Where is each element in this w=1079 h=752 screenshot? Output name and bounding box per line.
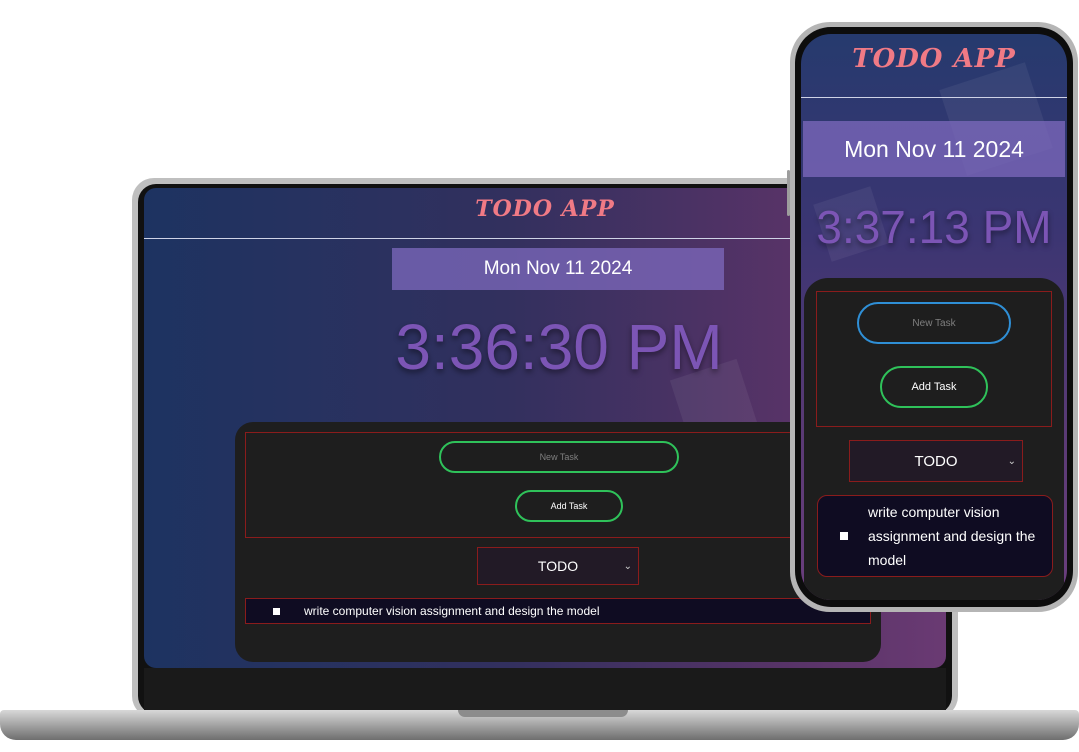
- chevron-down-icon: ⌄: [623, 560, 632, 572]
- laptop-keyboard-deck: [144, 668, 946, 710]
- phone-screen: TODO APP Mon Nov 11 2024 3:37:13 PM Add …: [801, 34, 1067, 600]
- status-filter-select[interactable]: TODO ⌄: [849, 440, 1023, 482]
- add-task-button[interactable]: Add Task: [515, 490, 623, 522]
- app-title: TODO APP: [852, 44, 1016, 74]
- new-task-input[interactable]: [857, 302, 1011, 344]
- status-filter-select[interactable]: TODO ⌄: [477, 547, 639, 585]
- task-checkbox[interactable]: [840, 532, 848, 540]
- chevron-down-icon: ⌄: [1007, 455, 1016, 467]
- filter-selected-value: TODO: [914, 452, 958, 470]
- new-task-input[interactable]: [439, 441, 679, 473]
- task-text: write computer vision assignment and des…: [304, 604, 600, 618]
- task-item: write computer vision assignment and des…: [817, 495, 1053, 577]
- todo-card: Add Task TODO ⌄ write computer vision as…: [235, 422, 881, 662]
- date-display: Mon Nov 11 2024: [392, 248, 724, 290]
- task-text-line: write computer vision: [868, 504, 1000, 520]
- filter-selected-value: TODO: [537, 558, 579, 574]
- title-divider: [801, 97, 1067, 98]
- task-text: write computer vision assignment and des…: [868, 500, 1035, 572]
- task-item: write computer vision assignment and des…: [245, 598, 871, 624]
- task-form: Add Task: [816, 291, 1052, 427]
- task-text-line: assignment and design the: [868, 528, 1036, 544]
- date-display: Mon Nov 11 2024: [803, 121, 1065, 177]
- task-form: Add Task: [245, 432, 805, 538]
- clock-display: 3:37:13 PM: [816, 201, 1052, 253]
- task-checkbox[interactable]: [273, 607, 280, 615]
- todo-card: Add Task TODO ⌄ write computer vision as…: [804, 278, 1064, 600]
- add-task-button[interactable]: Add Task: [880, 366, 988, 408]
- laptop-notch: [458, 710, 628, 717]
- task-text-line: model: [868, 552, 907, 568]
